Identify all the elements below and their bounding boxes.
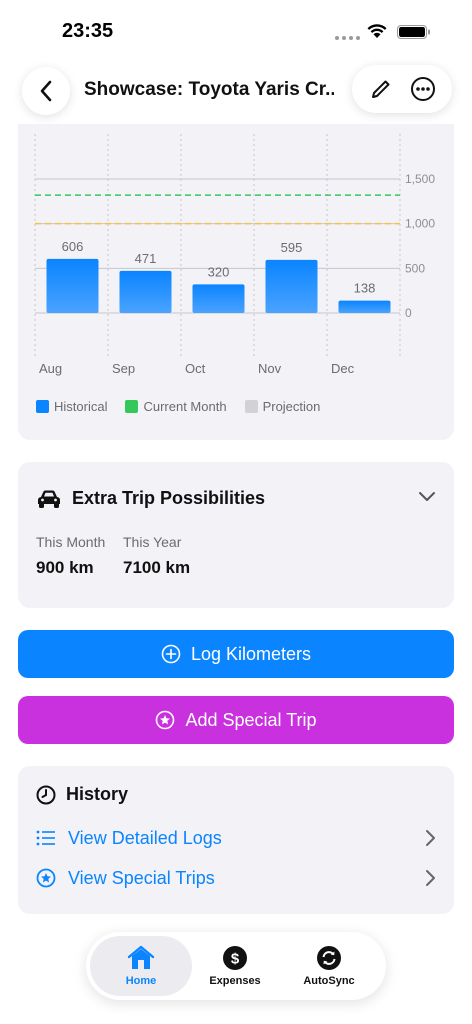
more-button[interactable] xyxy=(407,73,439,105)
tab-expenses-label: Expenses xyxy=(209,975,261,987)
view-detailed-logs-row[interactable]: View Detailed Logs xyxy=(36,824,436,852)
pencil-icon xyxy=(372,80,390,98)
plus-circle-icon xyxy=(161,644,181,664)
ellipsis-circle-icon xyxy=(411,77,435,101)
legend-item-historical: Historical xyxy=(36,399,107,414)
add-special-trip-button[interactable]: Add Special Trip xyxy=(18,696,454,744)
history-header: History xyxy=(36,784,128,805)
y-tick-label: 0 xyxy=(405,306,412,320)
status-time: 23:35 xyxy=(62,20,114,42)
header-actions xyxy=(352,65,452,113)
view-special-trips-label: View Special Trips xyxy=(68,867,215,888)
bar-nov xyxy=(265,259,318,313)
extra-trip-card[interactable]: Extra Trip Possibilities This Month 900 … xyxy=(18,462,454,608)
legend-swatch-projection xyxy=(244,400,258,413)
svg-text:$: $ xyxy=(231,951,240,968)
y-tick-label: 500 xyxy=(405,261,425,275)
tab-home-label: Home xyxy=(125,975,157,987)
tab-home[interactable]: Home xyxy=(90,936,192,996)
add-special-trip-label: Add Special Trip xyxy=(185,709,317,730)
list-icon xyxy=(36,830,55,846)
view-detailed-logs-label: View Detailed Logs xyxy=(68,827,222,848)
legend-swatch-historical xyxy=(36,400,49,413)
house-icon xyxy=(127,945,155,969)
view-special-trips-row[interactable]: View Special Trips xyxy=(36,864,436,892)
edit-button[interactable] xyxy=(365,73,397,105)
bar-aug xyxy=(46,258,99,313)
back-button[interactable] xyxy=(22,67,70,115)
chevron-right-icon xyxy=(426,830,435,846)
legend-swatch-current-month xyxy=(125,400,139,413)
history-card: History View Detailed Logs View Special … xyxy=(18,766,454,914)
x-tick-label: Aug xyxy=(39,361,62,376)
stat-this-month-value: 900 km xyxy=(36,558,94,577)
clock-icon xyxy=(36,785,56,804)
legend-item-current-month: Current Month xyxy=(125,399,227,414)
legend-label-historical: Historical xyxy=(54,399,108,414)
page-title: Showcase: Toyota Yaris Cr... xyxy=(84,79,334,100)
stat-this-year: This Year 7100 km xyxy=(123,534,190,578)
status-bar: 23:35 xyxy=(0,0,472,60)
log-kilometers-button[interactable]: Log Kilometers xyxy=(18,630,454,678)
x-tick-label: Sep xyxy=(112,361,135,376)
battery-icon xyxy=(397,25,430,39)
stat-this-year-value: 7100 km xyxy=(123,558,191,577)
mileage-bar-chart: 1,500 1,000 500 0 606 Aug 471 Sep 320 Oct 595 Nov 13… xyxy=(34,134,435,376)
star-circle-icon xyxy=(36,868,56,888)
bar-value-label: 471 xyxy=(135,251,157,266)
y-tick-label: 1,000 xyxy=(405,217,435,231)
car-icon xyxy=(38,490,60,508)
mileage-chart-card: 1,500 1,000 500 0 606 Aug 471 Sep 320 Oct 595 Nov 13… xyxy=(18,124,454,440)
x-tick-label: Dec xyxy=(331,361,355,376)
signal-icon xyxy=(335,36,360,40)
stat-this-month: This Month 900 km xyxy=(36,534,105,578)
bar-value-label: 320 xyxy=(208,264,230,279)
legend-item-projection: Projection xyxy=(244,399,321,414)
bar-dec xyxy=(338,300,391,313)
star-circle-icon xyxy=(156,710,175,730)
bar-value-label: 606 xyxy=(62,239,84,254)
x-tick-label: Oct xyxy=(185,361,206,376)
legend-label-projection: Projection xyxy=(262,399,321,414)
x-tick-label: Nov xyxy=(258,361,282,376)
stat-this-year-label: This Year xyxy=(123,534,182,550)
tab-autosync-label: AutoSync xyxy=(303,975,355,987)
legend-label-current-month: Current Month xyxy=(143,399,227,414)
chevron-right-icon xyxy=(426,870,435,886)
stat-this-month-label: This Month xyxy=(36,534,106,550)
extra-trip-title: Extra Trip Possibilities xyxy=(72,488,266,508)
bar-oct xyxy=(192,284,245,313)
tab-expenses[interactable]: $ Expenses xyxy=(184,936,286,996)
extra-trip-header: Extra Trip Possibilities xyxy=(36,488,265,509)
bar-value-label: 138 xyxy=(354,281,376,296)
y-tick-label: 1,500 xyxy=(405,172,435,186)
chevron-left-icon xyxy=(40,80,52,102)
chevron-down-icon[interactable] xyxy=(418,490,436,502)
log-kilometers-label: Log Kilometers xyxy=(190,643,312,664)
bar-sep xyxy=(119,270,172,313)
wifi-icon xyxy=(367,24,387,38)
tab-autosync[interactable]: AutoSync xyxy=(278,936,380,996)
history-title: History xyxy=(66,784,129,804)
dollar-circle-icon: $ xyxy=(223,946,247,970)
chart-legend: Historical Current Month Projection xyxy=(36,399,320,414)
bar-value-label: 595 xyxy=(281,240,303,255)
sync-icon xyxy=(317,946,341,970)
tab-bar: Home $ Expenses AutoSync xyxy=(86,932,386,1000)
